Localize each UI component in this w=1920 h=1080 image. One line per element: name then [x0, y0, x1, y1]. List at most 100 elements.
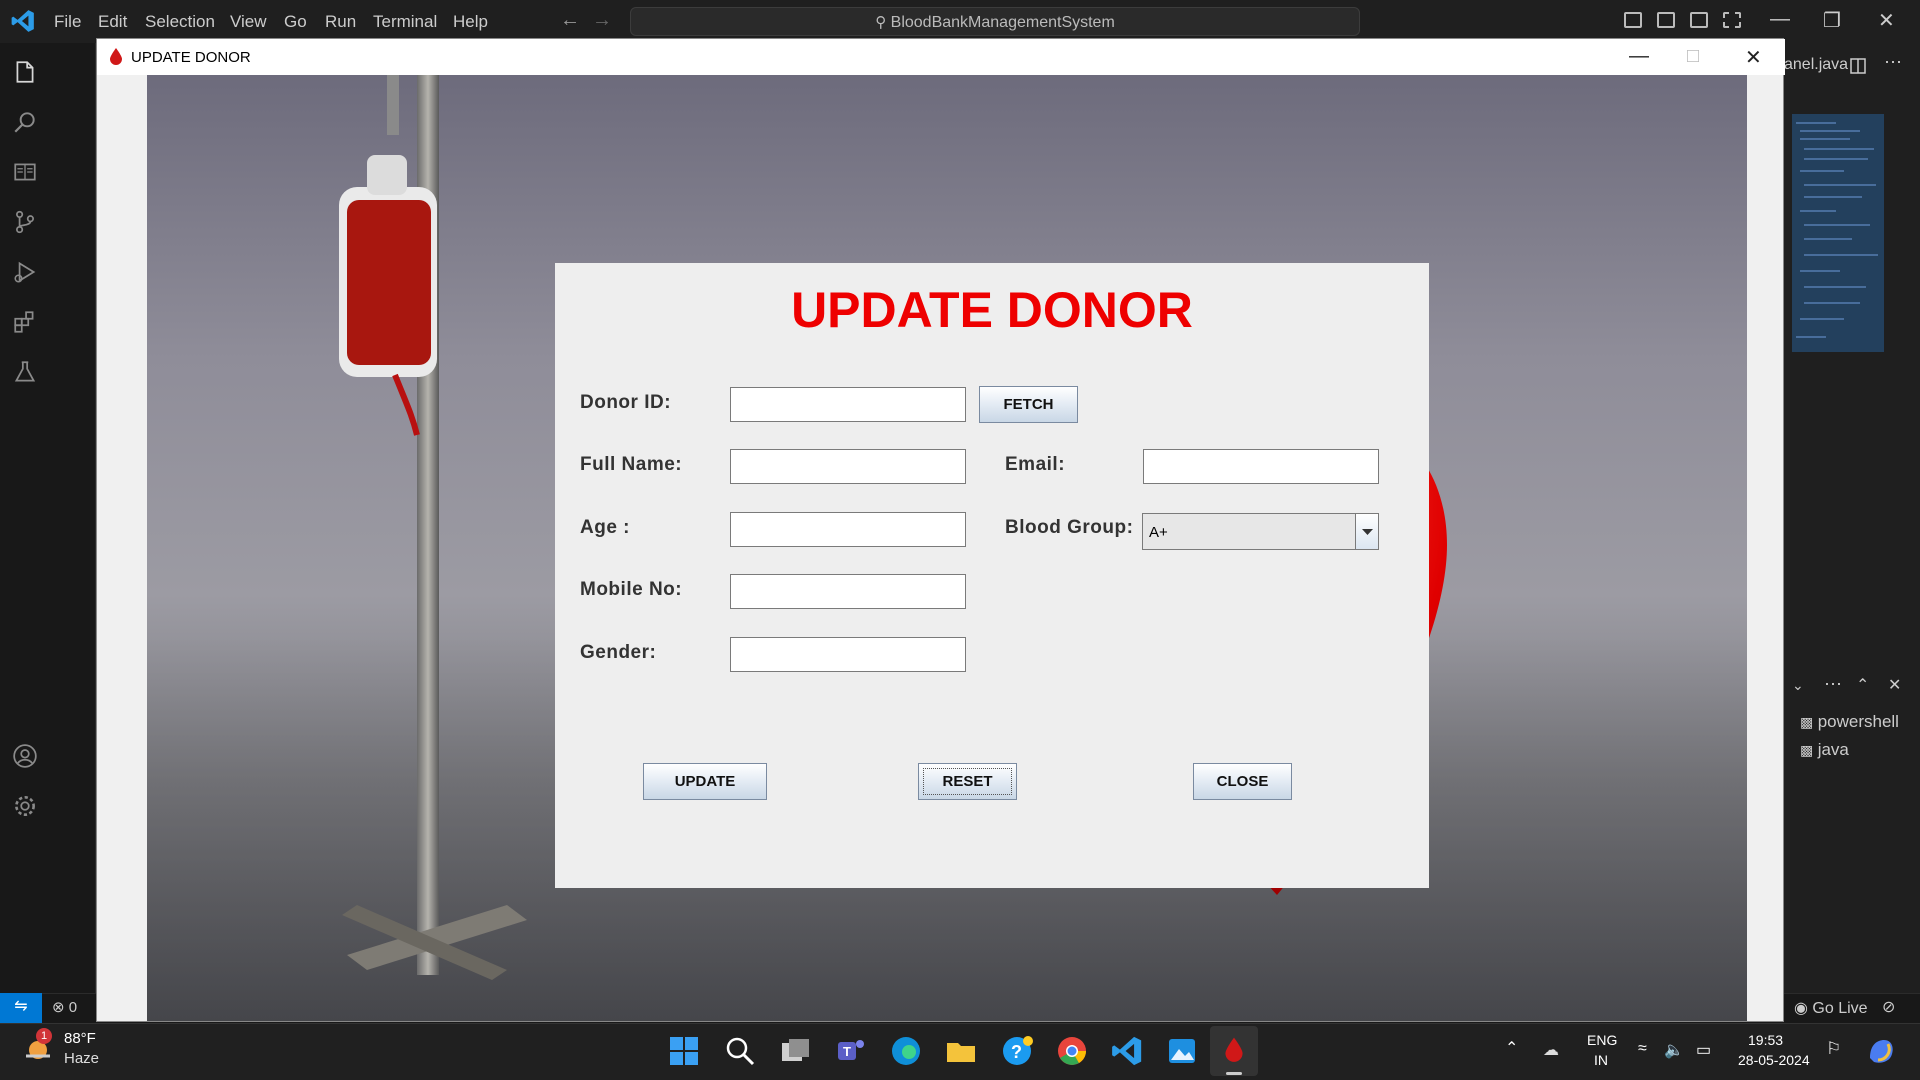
email-input[interactable] — [1143, 449, 1379, 484]
photos-icon[interactable] — [1165, 1034, 1199, 1068]
copilot-icon[interactable] — [1864, 1034, 1898, 1068]
problems-indicator[interactable]: ⊗ 0 — [52, 998, 77, 1016]
language-line-2[interactable]: IN — [1594, 1052, 1608, 1068]
blood-drop-icon — [110, 48, 122, 65]
go-live-button[interactable]: ◉ Go Live — [1794, 998, 1868, 1018]
gender-input[interactable] — [730, 637, 966, 672]
broadcast-icon: ◉ — [1794, 1000, 1808, 1017]
menu-help[interactable]: Help — [453, 12, 488, 32]
vscode-taskbar-icon[interactable] — [1110, 1034, 1144, 1068]
java-app-taskbar-button[interactable] — [1210, 1026, 1258, 1076]
update-button[interactable]: UPDATE — [643, 763, 767, 800]
close-icon[interactable]: ✕ — [1745, 45, 1762, 70]
forward-arrow-icon[interactable]: → — [592, 9, 612, 32]
source-control-icon[interactable] — [12, 209, 38, 235]
search-icon[interactable] — [723, 1034, 757, 1068]
close-icon[interactable]: ✕ — [1878, 8, 1895, 33]
teams-icon[interactable]: T — [834, 1034, 868, 1068]
back-arrow-icon[interactable]: ← — [560, 9, 580, 32]
get-help-icon[interactable]: ? — [1000, 1034, 1034, 1068]
testing-flask-icon[interactable] — [12, 359, 38, 385]
search-icon[interactable] — [12, 109, 38, 135]
fetch-button[interactable]: FETCH — [979, 386, 1078, 423]
terminal-item-java[interactable]: ▩ java — [1800, 740, 1849, 760]
close-button[interactable]: CLOSE — [1193, 763, 1292, 800]
toggle-primary-sidebar-icon[interactable] — [1624, 12, 1642, 28]
onedrive-error-icon[interactable]: ☁ — [1543, 1040, 1559, 1060]
minimize-icon[interactable]: — — [1629, 45, 1649, 68]
blood-group-label: Blood Group: — [1005, 517, 1134, 538]
task-view-icon[interactable] — [778, 1034, 812, 1068]
command-center-search[interactable]: ⚲ BloodBankManagementSystem — [630, 7, 1360, 36]
activity-bar — [0, 43, 48, 1023]
svg-text:?: ? — [1011, 1042, 1022, 1062]
settings-gear-icon[interactable] — [12, 793, 38, 819]
show-hidden-icons-icon[interactable]: ⌃ — [1505, 1038, 1518, 1058]
menu-view[interactable]: View — [230, 12, 267, 32]
menu-selection[interactable]: Selection — [145, 12, 215, 32]
maximize-icon[interactable]: □ — [1687, 45, 1699, 68]
menu-go[interactable]: Go — [284, 12, 307, 32]
mobile-no-label: Mobile No: — [580, 579, 683, 600]
more-actions-icon[interactable]: ⋯ — [1884, 52, 1902, 73]
extensions-icon[interactable] — [12, 309, 38, 335]
toggle-secondary-sidebar-icon[interactable] — [1690, 12, 1708, 28]
minimize-icon[interactable]: — — [1770, 8, 1790, 31]
command-center-text: BloodBankManagementSystem — [890, 14, 1115, 31]
svg-text:T: T — [843, 1044, 851, 1059]
full-name-input[interactable] — [730, 449, 966, 484]
chevron-down-icon[interactable]: ⌄ — [1792, 677, 1804, 694]
update-donor-form: UPDATE DONOR Donor ID: FETCH Full Name: … — [555, 263, 1429, 888]
search-icon: ⚲ — [875, 14, 887, 31]
weather-description: Haze — [64, 1050, 100, 1067]
close-panel-icon[interactable]: ✕ — [1888, 675, 1901, 695]
gender-label: Gender: — [580, 642, 657, 663]
weather-widget[interactable]: 1 — [22, 1028, 56, 1064]
restore-icon[interactable]: ❐ — [1823, 8, 1841, 33]
blood-group-selected-value: A+ — [1149, 524, 1168, 541]
terminal-item-powershell[interactable]: ▩ powershell — [1800, 712, 1899, 732]
battery-icon[interactable]: ▭ — [1696, 1040, 1711, 1060]
dropdown-arrow-icon[interactable] — [1355, 514, 1378, 549]
chrome-icon[interactable] — [1055, 1034, 1089, 1068]
age-input[interactable] — [730, 512, 966, 547]
customize-layout-icon[interactable] — [1723, 12, 1741, 28]
explorer-sidebar-edge — [48, 43, 96, 1023]
remote-indicator-icon[interactable]: ⇋ — [0, 993, 42, 1023]
panel-header: ⌄ ⋯ ⌃ ✕ — [1782, 670, 1920, 706]
run-debug-icon[interactable] — [12, 259, 38, 285]
more-actions-icon[interactable]: ⋯ — [1824, 674, 1842, 695]
donor-id-label: Donor ID: — [580, 392, 672, 413]
menu-file[interactable]: File — [54, 12, 81, 32]
maximize-panel-icon[interactable]: ⌃ — [1856, 675, 1869, 695]
reader-icon[interactable] — [12, 159, 38, 185]
donor-id-input[interactable] — [730, 387, 966, 422]
reset-button[interactable]: RESET — [918, 763, 1017, 800]
menu-run[interactable]: Run — [325, 12, 356, 32]
menu-edit[interactable]: Edit — [98, 12, 127, 32]
terminal-icon: ▩ — [1800, 714, 1814, 730]
notifications-muted-icon[interactable]: ⊘ — [1882, 997, 1895, 1017]
clock-time[interactable]: 19:53 — [1748, 1032, 1783, 1048]
language-line-1[interactable]: ENG — [1587, 1032, 1617, 1048]
editor-tab-java[interactable]: anel.java — [1784, 56, 1848, 74]
weather-temperature: 88°F — [64, 1030, 96, 1047]
minimap[interactable] — [1792, 114, 1884, 352]
mobile-no-input[interactable] — [730, 574, 966, 609]
volume-icon[interactable]: 🔈 — [1664, 1040, 1684, 1060]
file-explorer-icon[interactable] — [944, 1034, 978, 1068]
accounts-icon[interactable] — [12, 743, 38, 769]
toggle-panel-icon[interactable] — [1657, 12, 1675, 28]
wifi-icon[interactable]: ≈ — [1638, 1040, 1647, 1058]
vscode-title-bar: File Edit Selection View Go Run Terminal… — [0, 0, 1920, 43]
explorer-icon[interactable] — [12, 59, 38, 85]
java-window-title-bar: UPDATE DONOR — □ ✕ — [97, 39, 1785, 75]
notification-bell-icon[interactable]: ⚐ — [1826, 1039, 1841, 1059]
clock-date[interactable]: 28-05-2024 — [1738, 1052, 1810, 1068]
java-window: UPDATE DONOR — □ ✕ UPDATE DONOR Donor ID… — [96, 38, 1785, 1022]
windows-start-icon[interactable] — [667, 1034, 701, 1068]
menu-terminal[interactable]: Terminal — [373, 12, 437, 32]
edge-browser-icon[interactable] — [889, 1034, 923, 1068]
split-editor-icon[interactable] — [1850, 58, 1866, 74]
blood-group-select[interactable]: A+ — [1142, 513, 1379, 550]
